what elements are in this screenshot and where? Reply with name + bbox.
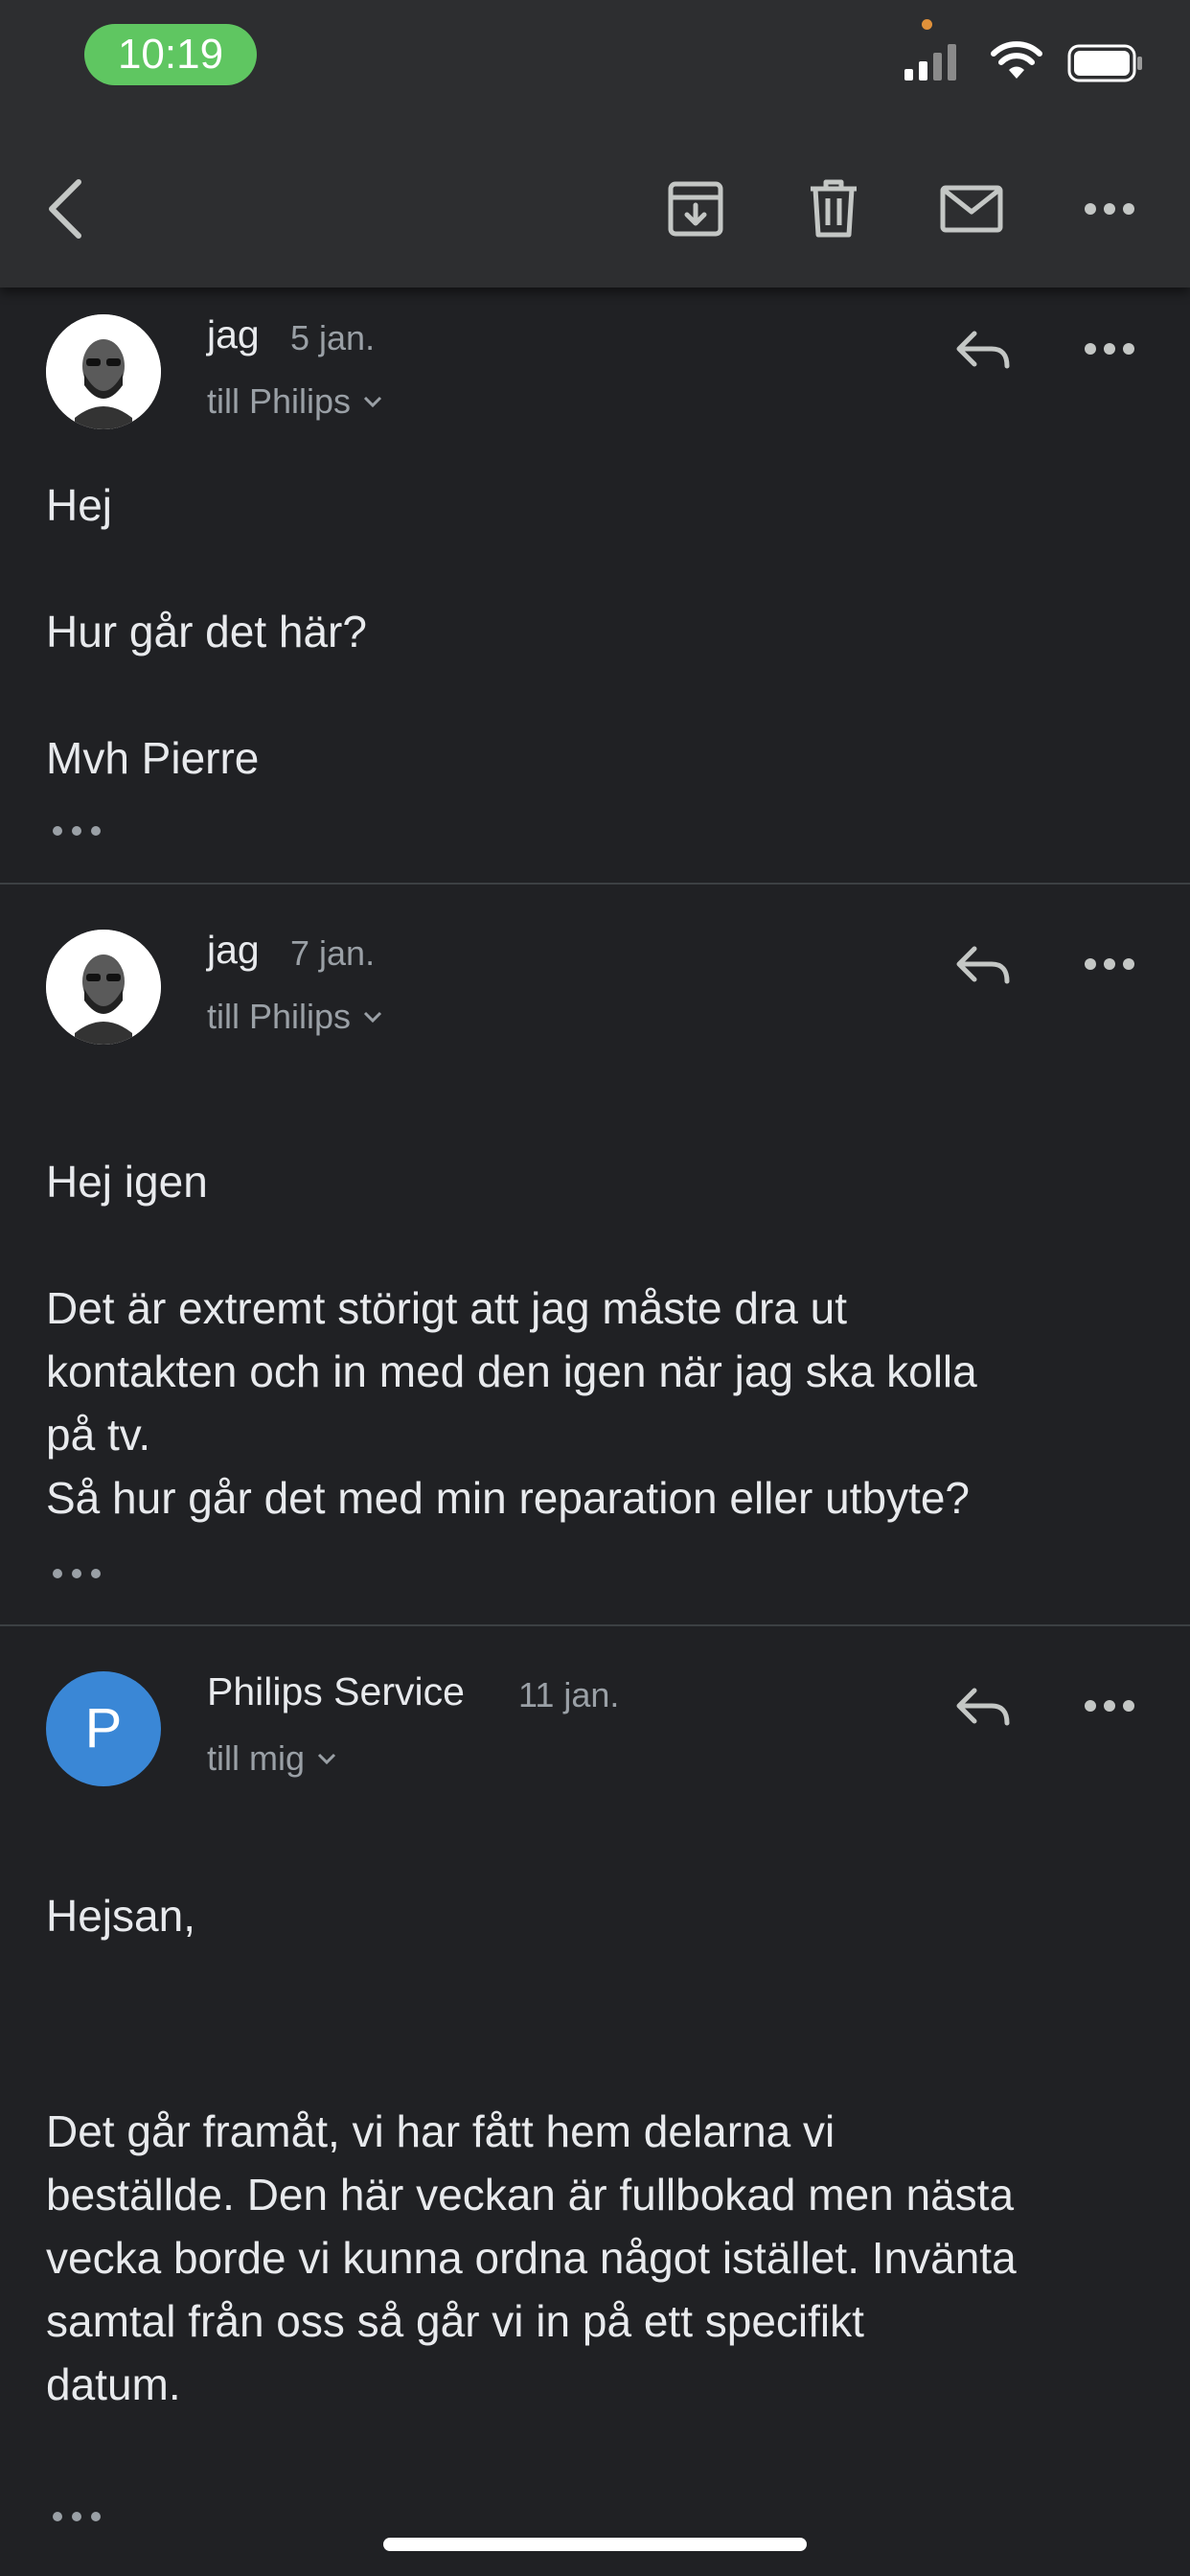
- home-indicator: [383, 2538, 807, 2551]
- recipient-label: till mig: [207, 1738, 306, 1778]
- more-horizontal-icon: [1085, 343, 1134, 355]
- status-time: 10:19: [84, 24, 257, 85]
- reply-icon: [956, 946, 1010, 984]
- reply-button[interactable]: [945, 312, 1021, 389]
- message-body: Det går framåt, vi har fått hem delarna …: [46, 2106, 1017, 2409]
- avatar[interactable]: P: [46, 1671, 161, 1786]
- recipient-label: till Philips: [207, 381, 352, 421]
- message-date: 5 jan.: [290, 318, 376, 357]
- message-date: 11 jan.: [518, 1675, 620, 1714]
- privacy-indicator-dot: [922, 19, 932, 30]
- reply-icon: [956, 1688, 1010, 1726]
- more-horizontal-icon: [1085, 203, 1134, 215]
- mail-icon: [940, 185, 1003, 233]
- avatar[interactable]: [46, 930, 161, 1045]
- archive-button[interactable]: [657, 171, 734, 247]
- message-more-button[interactable]: [1071, 926, 1148, 1002]
- reply-icon: [956, 331, 1010, 369]
- more-options-button[interactable]: [1071, 171, 1148, 247]
- mark-unread-button[interactable]: [933, 171, 1010, 247]
- sender-name: jag: [207, 312, 260, 356]
- show-trimmed-content-icon[interactable]: [50, 1564, 103, 1583]
- back-button[interactable]: [27, 171, 103, 247]
- reply-button[interactable]: [945, 1669, 1021, 1746]
- message-more-button[interactable]: [1071, 310, 1148, 387]
- chevron-left-icon: [49, 179, 81, 239]
- profile-photo: [46, 930, 161, 1045]
- message-more-button[interactable]: [1071, 1668, 1148, 1744]
- message-body: Hej Hur går det här? Mvh Pierre: [46, 480, 367, 783]
- message-divider: [0, 883, 1190, 885]
- more-horizontal-icon: [1085, 958, 1134, 970]
- recipient-details[interactable]: till Philips: [207, 381, 383, 422]
- avatar[interactable]: [46, 314, 161, 429]
- sender-name: Philips Service: [207, 1669, 465, 1714]
- profile-photo: [46, 314, 161, 429]
- chevron-down-icon: [363, 396, 382, 408]
- message-divider: [0, 1624, 1190, 1626]
- message-greeting: Hejsan,: [46, 1891, 195, 1941]
- recipient-details[interactable]: till mig: [207, 1738, 337, 1779]
- sender-name: jag: [207, 928, 260, 972]
- recipient-details[interactable]: till Philips: [207, 997, 383, 1037]
- delete-button[interactable]: [795, 171, 872, 247]
- wifi-icon: [991, 41, 1042, 79]
- show-trimmed-content-icon[interactable]: [50, 2507, 103, 2526]
- trash-icon: [811, 179, 857, 238]
- more-horizontal-icon: [1085, 1700, 1134, 1712]
- message-body: Hej igen Det är extremt störigt att jag …: [46, 1157, 977, 1523]
- signal-icon: [904, 44, 956, 80]
- recipient-label: till Philips: [207, 997, 352, 1036]
- chevron-down-icon: [363, 1011, 382, 1024]
- battery-icon: [1067, 44, 1142, 82]
- chevron-down-icon: [317, 1753, 336, 1765]
- top-app-bar: 10:19: [0, 0, 1190, 288]
- message-date: 7 jan.: [290, 933, 376, 973]
- archive-icon: [668, 181, 723, 237]
- show-trimmed-content-icon[interactable]: [50, 821, 103, 840]
- reply-button[interactable]: [945, 928, 1021, 1004]
